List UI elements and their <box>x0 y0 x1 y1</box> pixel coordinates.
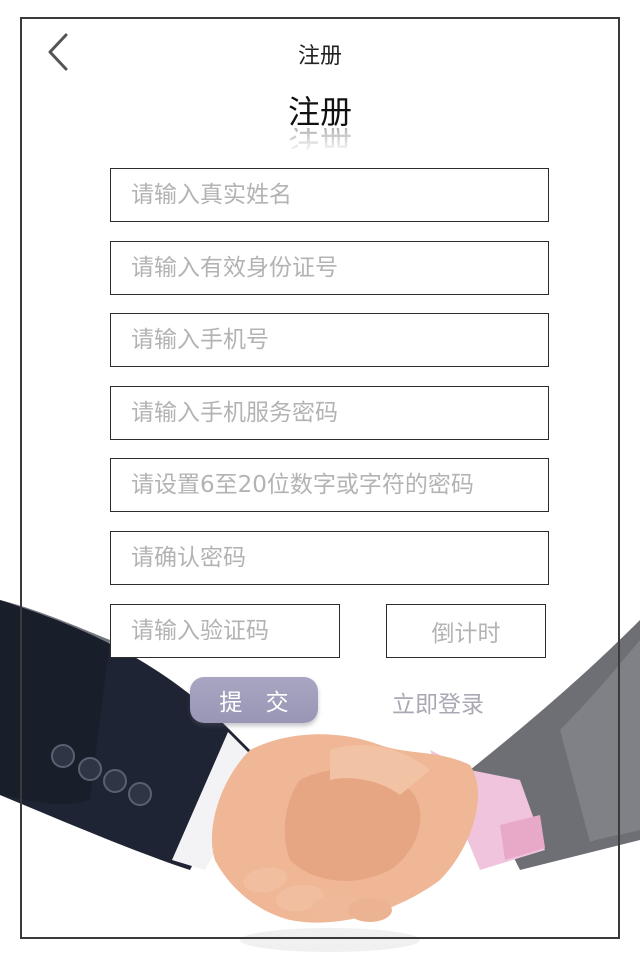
submit-button[interactable]: 提 交 <box>190 677 318 723</box>
register-screen: 注册 注册 注册 倒计时 提 交 立即登录 <box>0 0 640 960</box>
service-password-input[interactable] <box>111 387 548 439</box>
captcha-input[interactable] <box>111 605 339 657</box>
id-number-input[interactable] <box>111 242 548 294</box>
captcha-field[interactable] <box>110 604 340 658</box>
phone-field[interactable] <box>110 313 549 367</box>
nav-title: 注册 <box>297 44 342 69</box>
confirm-password-input[interactable] <box>111 532 548 584</box>
password-input[interactable] <box>111 459 548 511</box>
name-input[interactable] <box>111 169 548 221</box>
login-link[interactable]: 立即登录 <box>392 685 484 719</box>
countdown-button[interactable]: 倒计时 <box>386 604 546 658</box>
page-title: 注册 <box>287 93 352 131</box>
id-number-field[interactable] <box>110 241 549 295</box>
name-field[interactable] <box>110 168 549 222</box>
service-password-field[interactable] <box>110 386 549 440</box>
password-field[interactable] <box>110 458 549 512</box>
phone-input[interactable] <box>111 314 548 366</box>
confirm-password-field[interactable] <box>110 531 549 585</box>
